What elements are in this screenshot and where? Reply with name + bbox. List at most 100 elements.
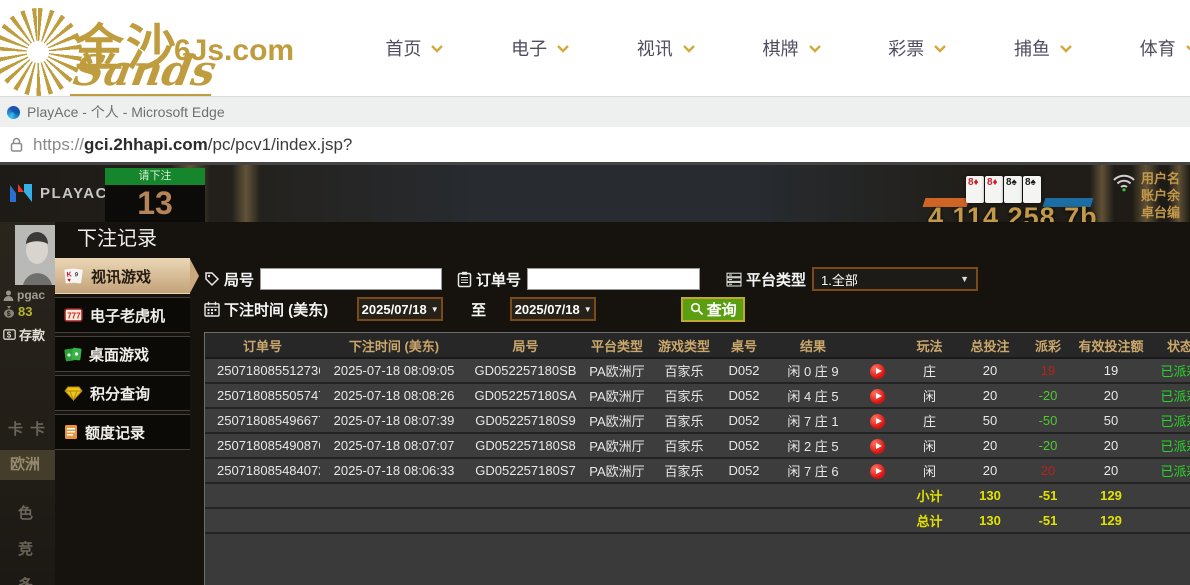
cell-play: 闲: [899, 433, 960, 459]
sidebar-item-label: 额度记录: [85, 424, 146, 442]
platform-list-icon: [726, 272, 742, 286]
sidebar-item-credit-records[interactable]: 额度记录: [55, 414, 190, 450]
cell-play: 庄: [899, 408, 960, 434]
search-button[interactable]: 查询: [681, 296, 746, 322]
sidebar-item-live-games[interactable]: 9 K ♥ 视讯游戏: [55, 258, 199, 294]
lock-icon[interactable]: [10, 137, 23, 152]
bg-menu-item[interactable]: 色: [18, 502, 33, 523]
play-replay-icon[interactable]: [869, 388, 885, 404]
column-header: 桌号: [717, 333, 771, 359]
balance-row[interactable]: $ 83: [3, 304, 32, 319]
column-header: 总投注: [960, 333, 1020, 359]
chevron-down-icon: [431, 44, 444, 53]
nav-item-slots[interactable]: 电子: [478, 0, 604, 96]
modal-title: 下注记录: [77, 228, 157, 250]
records-table-container: 订单号下注时间 (美东)局号平台类型游戏类型桌号结果 玩法总投注派彩有效投注额状态…: [204, 332, 1190, 585]
platform-type-value: 1.全部: [821, 272, 858, 288]
playing-card: 8♦: [966, 176, 984, 203]
nav-item-board[interactable]: 棋牌: [729, 0, 855, 96]
cell-result: 闲 2 庄 5: [771, 433, 855, 459]
jackpot-amount: 4,114,258.7b: [928, 202, 1098, 222]
date-from-value: 2025/07/18: [361, 301, 427, 317]
playing-card: 8♦: [985, 176, 1003, 203]
play-replay-icon[interactable]: [869, 363, 885, 379]
url-scheme: https://: [33, 134, 85, 154]
nav-item-fishing[interactable]: 捕鱼: [981, 0, 1107, 96]
column-header: 游戏类型: [651, 333, 717, 359]
cell-game: 百家乐: [651, 358, 717, 384]
play-replay-icon[interactable]: [869, 438, 885, 454]
bg-menu-item[interactable]: 卡卡: [8, 418, 52, 439]
nav-item-live[interactable]: 视讯: [603, 0, 729, 96]
summary-spacer: [205, 508, 899, 534]
summary-valid_bet: 129: [1076, 508, 1146, 534]
play-replay-icon[interactable]: [869, 463, 885, 479]
cell-total: 20: [960, 458, 1020, 484]
cell-total: 20: [960, 383, 1020, 409]
slot-icon: 777: [64, 308, 83, 322]
sidebar-item-slot-machines[interactable]: 777 电子老虎机: [55, 297, 190, 333]
round-number-input[interactable]: [260, 268, 443, 290]
window-title: PlayAce - 个人 - Microsoft Edge: [27, 104, 225, 120]
platform-type-select[interactable]: 1.全部 ▼: [812, 267, 979, 291]
bet-timer-value: 13: [105, 185, 205, 222]
playace-logo: PLAYACE: [8, 182, 119, 204]
nav-item-home[interactable]: 首页: [352, 0, 478, 96]
window-titlebar[interactable]: PlayAce - 个人 - Microsoft Edge: [0, 96, 1190, 127]
cell-payout: -20: [1020, 383, 1076, 409]
replay-cell[interactable]: [855, 433, 899, 459]
url-bar[interactable]: https://gci.2hhapi.com/pc/pcv1/index.jsp…: [0, 127, 1190, 165]
deposit-button[interactable]: $ 存款: [3, 325, 45, 344]
nav-item-sports[interactable]: 体育: [1106, 0, 1190, 96]
bg-menu-item[interactable]: 竞: [18, 538, 33, 559]
sidebar-item-table-games[interactable]: 桌面游戏: [55, 336, 190, 372]
column-header: 局号: [468, 333, 583, 359]
cell-result: 闲 7 庄 1: [771, 408, 855, 434]
date-to-select[interactable]: 2025/07/18 ▼: [510, 297, 597, 321]
cell-play: 闲: [899, 383, 960, 409]
replay-cell[interactable]: [855, 408, 899, 434]
cell-status: 已派彩: [1146, 458, 1190, 484]
site-logo[interactable]: 金沙 6Js.com Sands: [0, 2, 320, 98]
play-replay-icon[interactable]: [869, 413, 885, 429]
cell-platform: PA欧洲厅: [583, 408, 651, 434]
date-from-select[interactable]: 2025/07/18 ▼: [357, 297, 444, 321]
cell-valid: 19: [1076, 358, 1146, 384]
cards-icon: 9 K♥: [64, 268, 83, 284]
cell-status: 已派彩: [1146, 383, 1190, 409]
order-number-input[interactable]: [527, 268, 701, 290]
money-bag-icon: $: [4, 306, 14, 318]
url-path: /pc/pcv1/index.jsp?: [207, 134, 353, 154]
column-header: 订单号: [205, 333, 320, 359]
url-domain: gci.2hhapi.com: [84, 134, 208, 154]
cell-platform: PA欧洲厅: [583, 458, 651, 484]
username-text: pgac: [17, 288, 46, 302]
url-text[interactable]: https://gci.2hhapi.com/pc/pcv1/index.jsp…: [33, 135, 352, 155]
bet-timer: 请下注 13: [105, 168, 205, 222]
username-row[interactable]: pgac: [3, 288, 45, 302]
cell-game: 百家乐: [651, 383, 717, 409]
playace-icon: [10, 184, 32, 202]
column-header: 状态: [1146, 333, 1190, 359]
replay-cell[interactable]: [855, 358, 899, 384]
nav-item-lottery[interactable]: 彩票: [855, 0, 981, 96]
table-row: 250718085496677 2025-07-18 08:07:39 GD0522…: [205, 408, 1190, 434]
order-number-label: 订单号: [476, 271, 522, 289]
sidebar-item-points-query[interactable]: 积分查询: [55, 375, 190, 411]
svg-text:$: $: [7, 331, 12, 340]
summary-spacer: [205, 483, 899, 509]
cell-platform: PA欧洲厅: [583, 358, 651, 384]
playing-card: 8♠: [1023, 176, 1041, 203]
clipboard-icon: [457, 271, 472, 287]
sidebar-item-label: 桌面游戏: [89, 346, 150, 364]
playing-card: 8♠: [1004, 176, 1022, 203]
sidebar-item-label: 电子老虎机: [90, 307, 166, 325]
bg-menu-item-selected[interactable]: 欧洲: [0, 450, 55, 480]
wifi-icon: [1113, 174, 1135, 192]
bg-menu-item[interactable]: 多: [18, 574, 33, 585]
chevron-down-icon: [934, 44, 947, 53]
replay-cell[interactable]: [855, 383, 899, 409]
summary-total_bet: 130: [960, 508, 1020, 534]
replay-cell[interactable]: [855, 458, 899, 484]
cell-payout: -20: [1020, 433, 1076, 459]
